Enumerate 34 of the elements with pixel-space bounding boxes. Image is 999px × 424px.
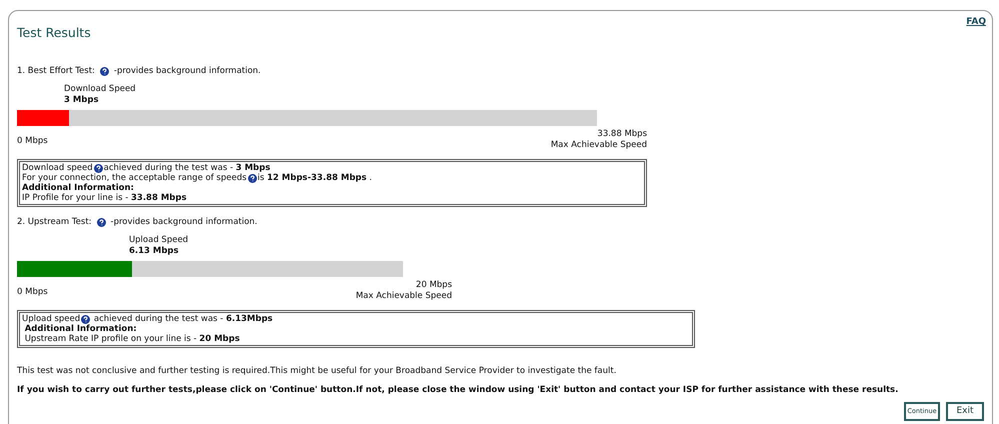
info-text: Additional Information: — [22, 183, 134, 193]
test-heading: 1. Best Effort Test: — [17, 66, 95, 76]
scale-min-label: 0 Mbps — [17, 136, 48, 147]
info-text: IP Profile for your line is - 33.88 Mbps — [22, 193, 187, 203]
info-text: Upload speed — [22, 314, 80, 324]
help-icon[interactable] — [96, 218, 106, 226]
info-text: Upstream Rate IP profile on your line is - 20 Mbps — [24, 334, 240, 344]
result-note: This test was not conclusive and further testing is required.This might be useful for your Broadband Service Provider to investigate the fault. — [17, 366, 618, 377]
info-text: achieved during the test was - 3 Mbps — [104, 163, 270, 173]
speed-label: Upload Speed — [128, 235, 190, 246]
help-icon[interactable] — [81, 314, 90, 324]
test-description: -provides background information. — [110, 216, 258, 228]
info-text: Additional Information: — [24, 324, 137, 334]
page-title: Test Results — [17, 25, 92, 41]
scale-max-value: 33.88 Mbps — [597, 129, 647, 140]
info-text: Download speed — [22, 163, 93, 173]
faq-link[interactable]: FAQ — [966, 17, 986, 28]
speed-label: Download Speed — [64, 84, 137, 95]
help-icon[interactable] — [248, 174, 257, 182]
instruction-text: If you wish to carry out further tests,please click on 'Continue' button.If not, please close the window using 'Exit' button and contact your ISP for further assistance with these results. — [17, 385, 900, 396]
help-icon[interactable] — [94, 164, 103, 172]
scale-max-label: Max Achievable Speed — [356, 291, 452, 302]
speed-value: 3 Mbps — [64, 95, 100, 106]
info-text: For your connection, the acceptable range of speeds — [22, 173, 247, 183]
scale-max-label: Max Achievable Speed — [550, 140, 647, 151]
test-heading: 2. Upstream Test: — [17, 216, 92, 228]
exit-button[interactable]: Exit — [946, 402, 984, 421]
info-text: is 12 Mbps-33.88 Mbps . — [258, 173, 372, 183]
info-text: achieved during the test was - 6.13Mbps — [92, 314, 273, 324]
speed-value: 6.13 Mbps — [128, 246, 180, 257]
scale-min-label: 0 Mbps — [17, 287, 48, 298]
help-icon[interactable] — [100, 66, 109, 76]
scale-max-value: 20 Mbps — [416, 280, 452, 291]
test-description: -provides background information. — [114, 66, 261, 76]
